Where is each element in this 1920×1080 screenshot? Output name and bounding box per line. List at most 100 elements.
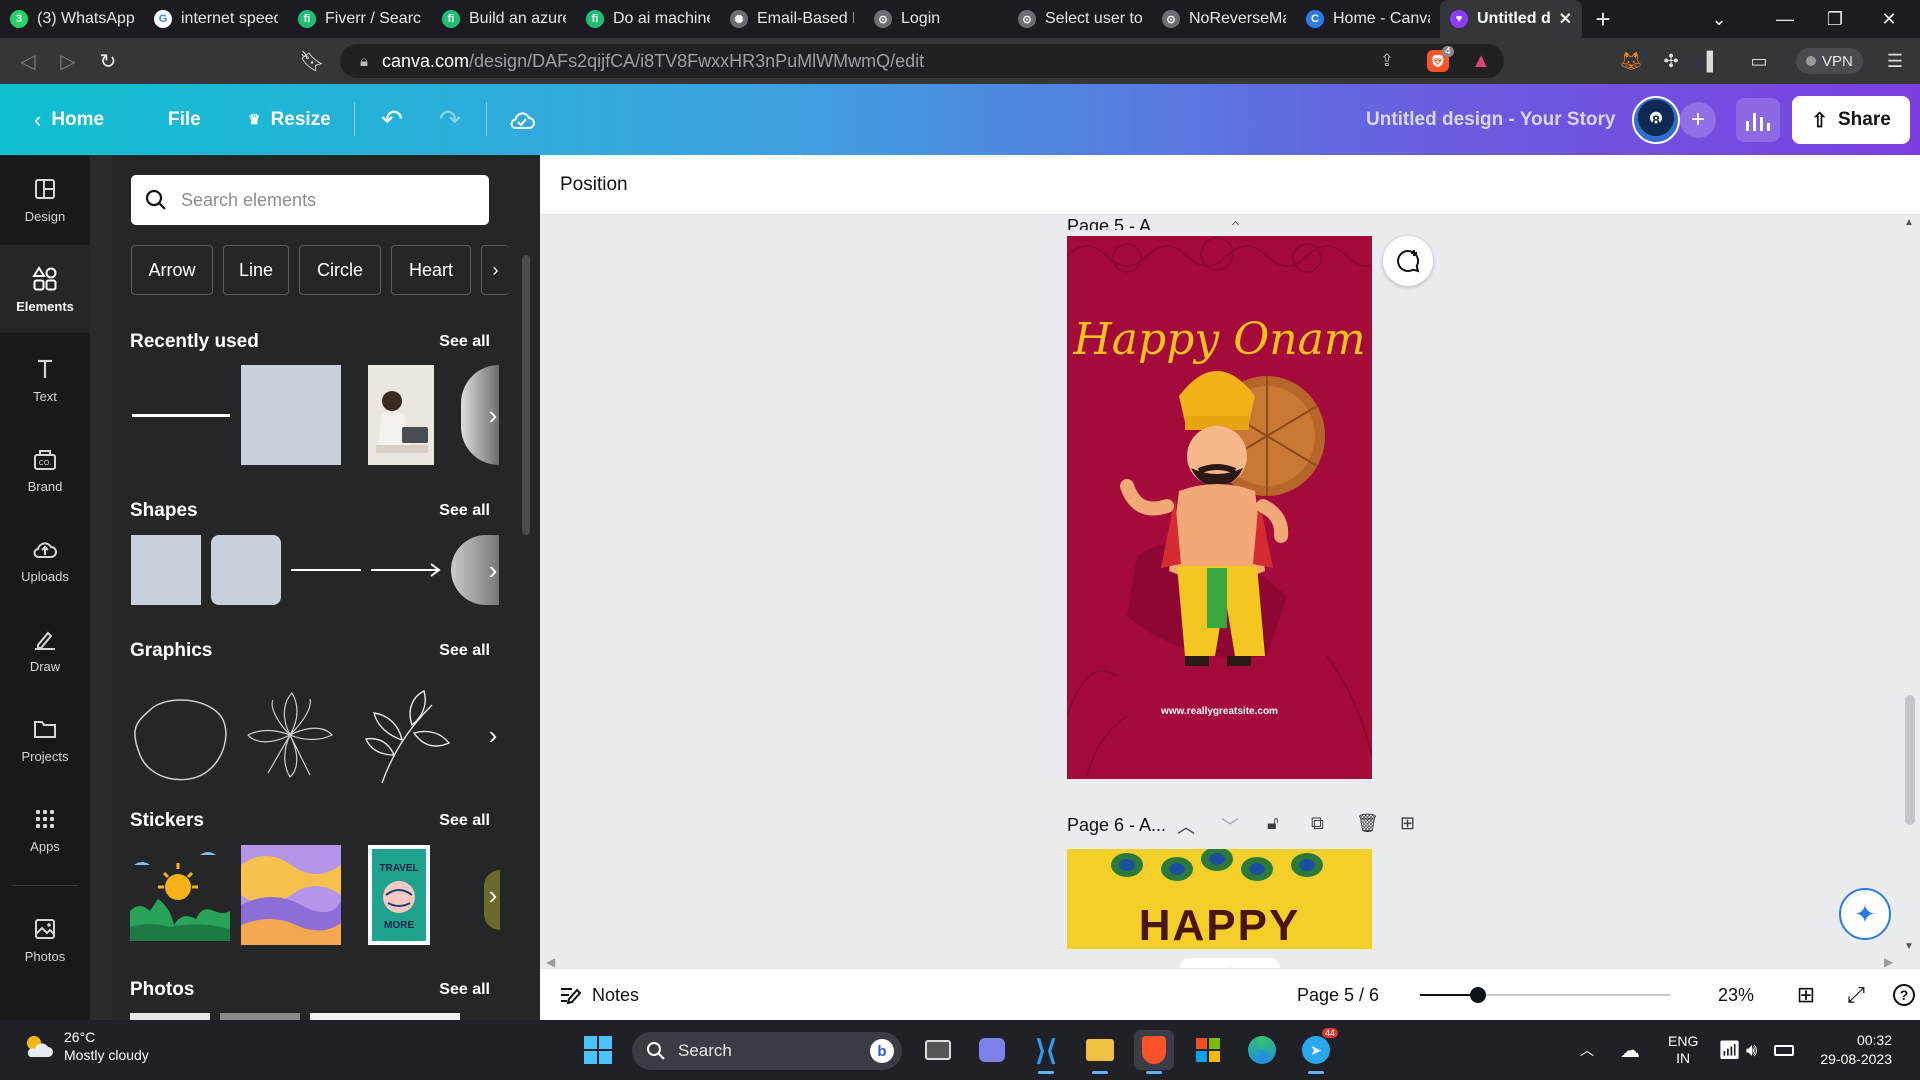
- page-indicator[interactable]: Page 5 / 6: [1297, 969, 1379, 1021]
- brave-browser-icon[interactable]: [1134, 1030, 1174, 1074]
- browser-tab[interactable]: ⊙ NoReverseMat: [1152, 0, 1296, 38]
- add-comment-button[interactable]: [1383, 236, 1433, 286]
- onedrive-cloud-icon[interactable]: ☁: [1620, 1020, 1640, 1080]
- browser-tab[interactable]: C Home - Canva: [1296, 0, 1440, 38]
- chip-line[interactable]: Line: [223, 245, 289, 295]
- resize-button[interactable]: ♛ Resize: [248, 84, 331, 155]
- line-shape[interactable]: [291, 569, 361, 571]
- edge-icon[interactable]: [1242, 1030, 1282, 1070]
- home-button[interactable]: ‹ Home: [34, 84, 104, 155]
- rail-item-brand[interactable]: CO. Brand: [0, 425, 90, 513]
- share-page-icon[interactable]: ⇪: [1380, 51, 1394, 71]
- rail-item-apps[interactable]: Apps: [0, 785, 90, 873]
- scroll-down-icon[interactable]: ▼: [1904, 941, 1914, 952]
- travel-more-sticker[interactable]: TRAVEL MORE: [368, 845, 430, 945]
- zoom-value[interactable]: 23%: [1718, 969, 1754, 1021]
- brave-rewards-icon[interactable]: ▲: [1470, 50, 1492, 72]
- panel-scrollbar[interactable]: [520, 235, 532, 995]
- system-clock[interactable]: 00:32 29-08-2023: [1812, 1031, 1892, 1069]
- maximize-button[interactable]: ❐: [1810, 0, 1860, 38]
- panel-scrollbar-thumb[interactable]: [522, 255, 530, 535]
- graphics-see-all[interactable]: See all: [439, 642, 490, 660]
- redo-icon[interactable]: ↷: [430, 84, 470, 155]
- sun-landscape-sticker[interactable]: [130, 845, 230, 945]
- metamask-icon[interactable]: 🦊︎: [1618, 48, 1644, 74]
- arrow-line-shape[interactable]: [371, 561, 443, 579]
- task-view-icon[interactable]: [918, 1030, 958, 1070]
- file-menu-button[interactable]: File: [168, 84, 201, 155]
- square-shape[interactable]: [131, 535, 201, 605]
- reload-button[interactable]: ↻: [88, 38, 128, 84]
- chip-heart[interactable]: Heart: [391, 245, 471, 295]
- photos-see-all[interactable]: See all: [439, 981, 490, 999]
- file-explorer-icon[interactable]: [1080, 1030, 1120, 1074]
- rounded-square-shape[interactable]: [211, 535, 281, 605]
- photo-thumbnail[interactable]: [130, 1013, 210, 1020]
- back-button[interactable]: ◁: [8, 38, 48, 84]
- page5-label[interactable]: Page 5 - A...: [1067, 208, 1166, 230]
- rail-item-draw[interactable]: Draw: [0, 605, 90, 693]
- shapes-next-icon[interactable]: ›: [472, 520, 514, 620]
- show-hidden-icons-chevron[interactable]: ︿: [1580, 1020, 1594, 1080]
- chip-circle[interactable]: Circle: [299, 245, 381, 295]
- tab-search-chevron-icon[interactable]: ⌄: [1694, 0, 1744, 38]
- rail-item-elements[interactable]: Elements: [0, 245, 90, 333]
- stickers-see-all[interactable]: See all: [439, 812, 490, 830]
- search-input[interactable]: Search elements: [131, 175, 489, 225]
- canvas-scrollbar-thumb[interactable]: [1905, 695, 1915, 825]
- rail-item-text[interactable]: Text: [0, 335, 90, 423]
- scroll-left-icon[interactable]: ◀: [546, 955, 555, 969]
- rail-item-design[interactable]: Design: [0, 155, 90, 243]
- stickers-next-icon[interactable]: ›: [472, 845, 514, 945]
- leaf-branch-graphic[interactable]: [352, 685, 452, 785]
- design-title[interactable]: Untitled design - Your Story: [1366, 84, 1615, 155]
- photo-thumbnail[interactable]: [220, 1013, 300, 1020]
- cloud-saved-icon[interactable]: [502, 84, 542, 155]
- vpn-button[interactable]: VPN: [1796, 48, 1863, 74]
- magic-assistant-button[interactable]: ✦: [1839, 888, 1891, 940]
- share-button[interactable]: ⇧ Share: [1792, 96, 1910, 144]
- help-icon[interactable]: ?: [1886, 969, 1920, 1021]
- page6-label[interactable]: Page 6 - A...: [1067, 815, 1166, 836]
- browser-tab[interactable]: fi Fiverr / Search: [288, 0, 432, 38]
- vscode-icon[interactable]: ⟩⟨: [1026, 1030, 1066, 1074]
- taskbar-search[interactable]: Search b: [632, 1032, 902, 1070]
- new-tab-button[interactable]: +: [1582, 4, 1624, 35]
- graphics-next-icon[interactable]: ›: [472, 685, 514, 785]
- recently-used-next-icon[interactable]: ›: [472, 365, 514, 465]
- zoom-slider[interactable]: [1420, 987, 1670, 1003]
- close-window-button[interactable]: ✕: [1864, 0, 1914, 38]
- photo-thumbnail[interactable]: [310, 1013, 460, 1020]
- bookmark-icon[interactable]: 🔖︎: [292, 38, 332, 84]
- chip-arrow[interactable]: Arrow: [131, 245, 213, 295]
- blob-outline-graphic[interactable]: [130, 685, 230, 785]
- url-field[interactable]: 🔒︎ canva.com/design/DAFs2qijfCA/i8TV8Fwx…: [340, 44, 1504, 78]
- scroll-up-icon[interactable]: ▲: [1904, 217, 1914, 228]
- browser-tab[interactable]: ♥ Untitled d ✕: [1440, 0, 1582, 38]
- user-avatar[interactable]: 8: [1632, 96, 1680, 144]
- volume-icon[interactable]: 🔊︎: [1746, 1020, 1757, 1080]
- insights-button[interactable]: [1736, 98, 1780, 142]
- design-page-5[interactable]: Happy Onam www.reallygreatsite.com: [1067, 236, 1372, 779]
- sidebar-icon[interactable]: ▌: [1700, 48, 1726, 74]
- canvas-vertical-scrollbar[interactable]: ▲ ▼: [1900, 215, 1920, 955]
- zoom-slider-knob[interactable]: [1470, 987, 1486, 1003]
- design-page-6[interactable]: HAPPY: [1067, 849, 1372, 949]
- invite-plus-button[interactable]: +: [1680, 102, 1716, 138]
- forward-button[interactable]: ▷: [48, 38, 88, 84]
- extensions-icon[interactable]: ✣: [1658, 48, 1684, 74]
- position-button[interactable]: Position: [560, 174, 628, 196]
- microsoft-store-icon[interactable]: [1188, 1030, 1228, 1070]
- delete-page-icon[interactable]: 🗑︎: [1356, 813, 1379, 834]
- browser-tab[interactable]: Ginternet speed: [144, 0, 288, 38]
- lock-page-icon[interactable]: 🔓︎: [1267, 813, 1279, 834]
- purple-clouds-sticker[interactable]: [241, 845, 341, 945]
- page5-lock-icon[interactable]: ⌂: [1230, 215, 1241, 225]
- chips-next-button[interactable]: ›: [481, 245, 509, 295]
- flower-line-graphic[interactable]: [240, 685, 340, 785]
- teams-chat-icon[interactable]: [972, 1030, 1012, 1070]
- battery-icon[interactable]: [1774, 1020, 1794, 1080]
- page-down-chevron-icon[interactable]: ﹀: [1221, 813, 1239, 839]
- rail-item-uploads[interactable]: Uploads: [0, 515, 90, 603]
- notes-button[interactable]: Notes: [560, 969, 639, 1021]
